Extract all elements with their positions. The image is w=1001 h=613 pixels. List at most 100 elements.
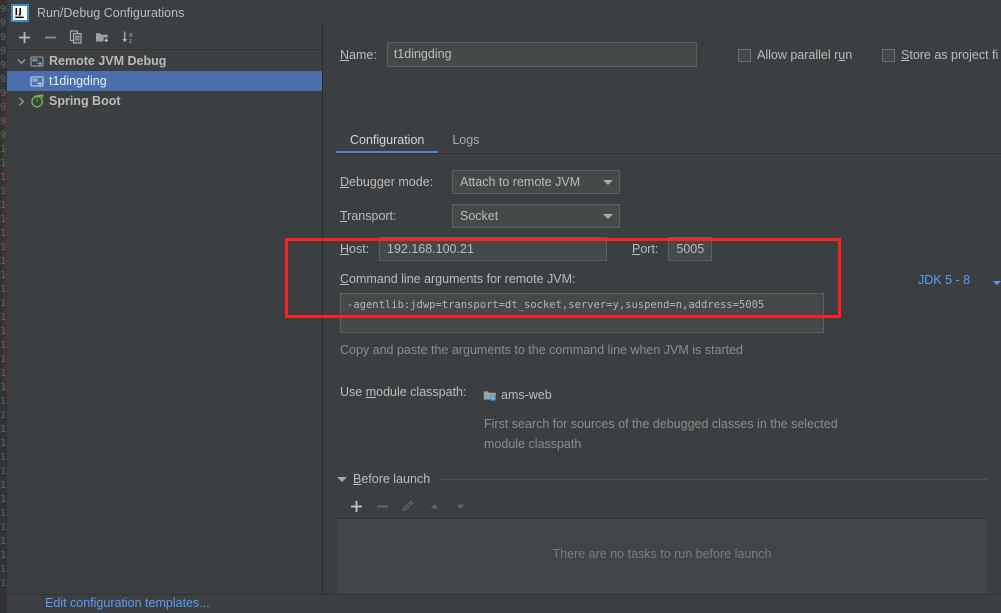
module-web-icon	[483, 389, 501, 402]
editor-line-number: 114	[0, 340, 7, 351]
host-row: Host: 192.168.100.21 Port: 5005	[340, 237, 713, 261]
name-label: Name:	[340, 47, 377, 62]
background-editor-sliver: 90 91 92 93 94 95 96 97 98 99 100 101 102 103 104 105 10…	[0, 0, 7, 613]
editor-line-number: 91	[0, 18, 7, 29]
editor-line-number: 103	[0, 186, 7, 197]
editor-line-number: 102	[0, 172, 7, 183]
editor-line-number: 115	[0, 354, 7, 365]
port-input[interactable]: 5005	[668, 237, 713, 261]
section-divider	[438, 478, 987, 480]
spring-boot-icon	[29, 93, 45, 109]
command-line-args-label: Command line arguments for remote JVM:	[340, 272, 576, 286]
dialog-titlebar: Run/Debug Configurations	[7, 0, 1001, 25]
chevron-down-icon[interactable]	[337, 476, 347, 482]
chevron-down-icon[interactable]	[13, 53, 29, 69]
editor-line-number: 116	[0, 368, 7, 379]
move-task-down-button	[447, 495, 473, 517]
checkbox-box[interactable]	[882, 48, 895, 62]
host-label: Host:	[340, 242, 370, 256]
debugger-mode-label: Debugger mode:	[340, 175, 434, 189]
editor-line-number: 129	[0, 550, 7, 561]
checkbox-box[interactable]	[738, 48, 751, 62]
chevron-down-icon[interactable]	[603, 179, 613, 185]
editor-line-number: 112	[0, 312, 7, 323]
tab-logs[interactable]: Logs	[438, 125, 493, 154]
edit-task-button	[395, 495, 421, 517]
allow-parallel-run-checkbox[interactable]: Allow parallel run	[738, 48, 852, 62]
editor-line-number: 98	[0, 116, 7, 127]
chevron-down-icon[interactable]	[993, 281, 1001, 285]
editor-line-number: 120	[0, 424, 7, 435]
intellij-idea-icon	[11, 3, 29, 22]
editor-line-number: 127	[0, 522, 7, 533]
tree-item-remote-jvm-debug[interactable]: Remote JVM Debug	[7, 51, 322, 71]
editor-line-number: 96	[0, 88, 7, 99]
editor-line-number: 106	[0, 228, 7, 239]
edit-configuration-templates-link[interactable]: Edit configuration templates...	[45, 596, 210, 610]
configurations-toolbar: a z	[7, 25, 322, 50]
tree-item-label: Remote JVM Debug	[49, 54, 167, 68]
command-line-args-hint: Copy and paste the arguments to the comm…	[340, 343, 743, 357]
add-task-button[interactable]	[343, 495, 369, 517]
editor-line-number: 90	[0, 4, 7, 15]
editor-line-number: 110	[0, 284, 7, 295]
remove-task-button	[369, 495, 395, 517]
module-classpath-hint-line2: module classpath	[484, 437, 582, 451]
editor-line-number: 99	[0, 130, 7, 141]
command-line-args-input[interactable]: -agentlib:jdwp=transport=dt_socket,serve…	[340, 293, 824, 333]
host-input[interactable]: 192.168.100.21	[379, 237, 607, 261]
port-label: Port:	[632, 242, 659, 256]
remove-configuration-button[interactable]	[37, 26, 63, 48]
add-configuration-button[interactable]	[11, 26, 37, 48]
editor-line-number: 118	[0, 396, 7, 407]
transport-row: Transport: Socket	[340, 204, 620, 228]
svg-text:z: z	[129, 39, 132, 44]
editor-line-number: 111	[0, 298, 7, 309]
copy-configuration-button[interactable]	[63, 26, 89, 48]
editor-line-number: 109	[0, 270, 7, 281]
save-configuration-button[interactable]	[89, 26, 115, 48]
sort-configurations-button[interactable]: a z	[115, 26, 141, 48]
configuration-form: Debugger mode: Attach to remote JVM Tran…	[324, 155, 1001, 485]
configuration-detail-panel: Name: t1dingding Allow parallel run Stor…	[324, 25, 1001, 594]
configurations-list-panel: a z Remote JVM Debug t1dingding Spring B…	[7, 25, 323, 594]
before-launch-empty-message: There are no tasks to run before launch	[552, 547, 772, 561]
before-launch-header[interactable]: Before launch	[337, 470, 987, 488]
tree-item-label: Spring Boot	[49, 94, 121, 108]
allow-parallel-run-label: Allow parallel run	[757, 48, 853, 62]
tree-item-spring-boot[interactable]: Spring Boot	[7, 91, 322, 111]
transport-select[interactable]: Socket	[452, 204, 620, 228]
before-launch-title: Before launch	[353, 472, 431, 486]
name-input[interactable]: t1dingding	[386, 42, 697, 67]
editor-line-number: 123	[0, 466, 7, 477]
store-as-project-file-checkbox[interactable]: Store as project fi	[882, 48, 998, 62]
module-classpath-select[interactable]: ams-web	[483, 383, 983, 407]
tree-item-t1dingding[interactable]: t1dingding	[7, 71, 322, 91]
command-line-args-label-row: Command line arguments for remote JVM:	[340, 272, 576, 286]
jdk-version-selector[interactable]: JDK 5 - 8	[918, 273, 970, 287]
transport-value: Socket	[460, 209, 499, 223]
transport-label: Transport:	[340, 209, 397, 223]
debugger-mode-value: Attach to remote JVM	[460, 175, 581, 189]
chevron-right-icon[interactable]	[13, 93, 29, 109]
module-classpath-hint-line1: First search for sources of the debugged…	[484, 417, 838, 431]
tab-separator	[336, 153, 1001, 154]
configuration-tabs[interactable]: Configuration Logs	[336, 125, 1001, 154]
editor-line-number: 125	[0, 494, 7, 505]
editor-line-number: 119	[0, 410, 7, 421]
editor-line-number: 92	[0, 32, 7, 43]
before-launch-toolbar	[337, 494, 987, 519]
editor-line-number: 128	[0, 536, 7, 547]
svg-text:a: a	[129, 33, 133, 39]
editor-line-number: 105	[0, 214, 7, 225]
chevron-down-icon[interactable]	[603, 213, 613, 219]
run-debug-configurations-dialog: Run/Debug Configurations a z Remote JVM …	[7, 0, 1001, 613]
tab-label: Logs	[452, 132, 480, 147]
configurations-tree[interactable]: Remote JVM Debug t1dingding Spring Boot	[7, 51, 322, 111]
editor-line-number: 100	[0, 144, 7, 155]
debugger-mode-select[interactable]: Attach to remote JVM	[452, 170, 620, 194]
editor-line-number: 108	[0, 256, 7, 267]
before-launch-task-list[interactable]: There are no tasks to run before launch	[337, 519, 987, 594]
tab-configuration[interactable]: Configuration	[336, 125, 439, 154]
remote-jvm-debug-icon	[29, 53, 45, 69]
